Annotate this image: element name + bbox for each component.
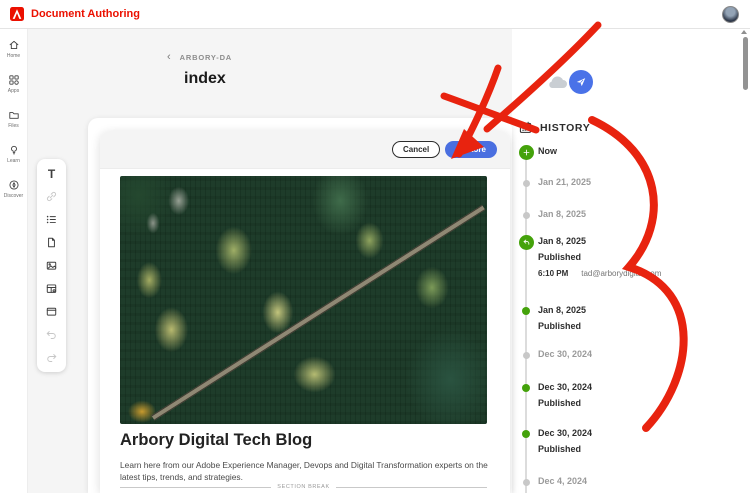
history-entry[interactable]: Dec 30, 2024 Published — [518, 426, 592, 454]
section-break-label: SECTION BREAK — [277, 484, 330, 490]
frame-button[interactable] — [40, 301, 63, 322]
forest-road — [151, 204, 486, 421]
apps-icon — [8, 75, 19, 85]
history-entry-author: tad@arborydigital.com — [581, 269, 662, 278]
page-button[interactable] — [40, 232, 63, 253]
history-title: HISTORY — [540, 121, 591, 134]
publish-send-button[interactable] — [569, 70, 593, 94]
history-panel: HISTORY Now Jan 21, 2025 Jan 8, 2025 Jan… — [512, 28, 750, 493]
table-button[interactable] — [40, 278, 63, 299]
scrollbar-up-arrow-icon[interactable] — [741, 30, 747, 34]
history-entry-label: Now — [538, 146, 557, 156]
article-intro: Learn here from our Adobe Experience Man… — [120, 460, 488, 482]
history-entry-date: Jan 8, 2025 — [538, 209, 587, 219]
app-title: Document Authoring — [31, 8, 140, 20]
sidebar-item-label: Files — [8, 123, 19, 129]
published-dot-icon — [522, 307, 530, 315]
version-dot-icon — [522, 478, 530, 486]
cancel-button[interactable]: Cancel — [391, 141, 441, 158]
back-icon[interactable]: ‹ — [167, 52, 171, 63]
list-button[interactable] — [40, 209, 63, 230]
calendar-icon — [519, 121, 532, 133]
edit-toolbar: T — [37, 159, 66, 372]
breadcrumb[interactable]: ‹ ARBORY-DA — [167, 52, 232, 63]
image-button[interactable] — [40, 255, 63, 276]
sidebar-item-apps[interactable]: Apps — [0, 74, 27, 98]
section-break: SECTION BREAK — [120, 484, 488, 490]
history-entry-date: Dec 30, 2024 — [538, 428, 593, 438]
sidebar-item-label: Home — [6, 53, 21, 59]
link-icon — [46, 191, 57, 202]
sidebar-item-files[interactable]: Files — [0, 109, 27, 133]
undo-icon — [46, 331, 56, 339]
forest-hero-image — [120, 176, 487, 424]
folder-icon — [8, 112, 19, 119]
lightbulb-icon — [10, 145, 17, 155]
history-entry-status: Published — [538, 398, 582, 408]
table-icon — [46, 284, 57, 293]
history-entry[interactable]: Jan 8, 2025 Published — [518, 303, 586, 331]
history-entry-now[interactable]: Now — [518, 144, 557, 160]
bullet-list-icon — [46, 215, 56, 224]
history-entry-date: Dec 30, 2024 — [538, 382, 593, 392]
link-button[interactable] — [40, 186, 63, 207]
breadcrumb-label[interactable]: ARBORY-DA — [180, 53, 232, 62]
cloud-sync-icon — [549, 76, 567, 88]
text-style-button[interactable]: T — [40, 163, 63, 184]
version-dot-icon — [522, 211, 530, 219]
sidebar-item-label: Apps — [7, 88, 20, 94]
history-entry-date: Jan 21, 2025 — [538, 177, 592, 187]
image-icon — [46, 261, 57, 270]
version-dot-icon — [522, 179, 530, 187]
history-entry-date: Dec 30, 2024 — [538, 349, 593, 359]
section-break-line — [120, 486, 272, 488]
page-icon — [48, 237, 55, 248]
adobe-logo-icon[interactable] — [10, 7, 24, 21]
frame-icon — [46, 307, 57, 316]
restore-preview-header: Cancel Restore — [100, 131, 510, 169]
text-icon: T — [47, 166, 56, 181]
history-entry-status: Published — [538, 444, 582, 454]
restore-preview-card: Cancel Restore Arbory Digital Tech Blog … — [100, 131, 510, 493]
paper-plane-icon — [576, 78, 586, 87]
scrollbar-thumb[interactable] — [743, 37, 748, 90]
history-entry-date: Dec 4, 2024 — [538, 476, 588, 486]
compass-icon — [8, 180, 19, 190]
history-entry-time: 6:10 PM — [538, 269, 569, 278]
sidebar-item-discover[interactable]: Discover — [0, 179, 27, 203]
nav-rail: Home Apps Files Learn Discover — [0, 28, 28, 493]
version-dot-icon — [522, 351, 530, 359]
restore-button[interactable]: Restore — [445, 141, 497, 158]
history-entry-date: Jan 8, 2025 — [538, 236, 587, 246]
history-entry-selected[interactable]: Jan 8, 2025 Published 6:10 PM tad@arbory… — [518, 234, 661, 278]
user-avatar[interactable] — [722, 6, 739, 23]
page-title: index — [184, 70, 226, 87]
history-entry-status: Published — [538, 321, 582, 331]
history-entry[interactable]: Dec 30, 2024 Published — [518, 380, 592, 408]
published-dot-icon — [522, 430, 530, 438]
history-entry[interactable]: Dec 30, 2024 — [518, 347, 592, 363]
home-icon — [9, 40, 18, 50]
history-entry-date: Jan 8, 2025 — [538, 305, 587, 315]
add-version-icon[interactable] — [518, 144, 534, 160]
sidebar-item-learn[interactable]: Learn — [0, 144, 27, 168]
sidebar-item-label: Learn — [7, 158, 20, 164]
redo-icon — [47, 354, 57, 362]
sidebar-item-label: Discover — [3, 193, 24, 199]
top-app-bar: Document Authoring — [0, 0, 750, 29]
restore-version-icon[interactable] — [518, 234, 534, 250]
undo-button[interactable] — [40, 324, 63, 345]
history-header: HISTORY — [518, 120, 590, 135]
published-dot-icon — [522, 384, 530, 392]
section-break-line — [335, 486, 488, 488]
history-entry[interactable]: Jan 21, 2025 — [518, 175, 591, 191]
history-entry[interactable]: Jan 8, 2025 — [518, 207, 586, 223]
sidebar-item-home[interactable]: Home — [0, 39, 27, 63]
article-heading: Arbory Digital Tech Blog — [120, 431, 313, 449]
redo-button[interactable] — [40, 347, 63, 368]
history-entry-status: Published — [538, 252, 582, 262]
history-entry[interactable]: Dec 4, 2024 — [518, 474, 587, 490]
